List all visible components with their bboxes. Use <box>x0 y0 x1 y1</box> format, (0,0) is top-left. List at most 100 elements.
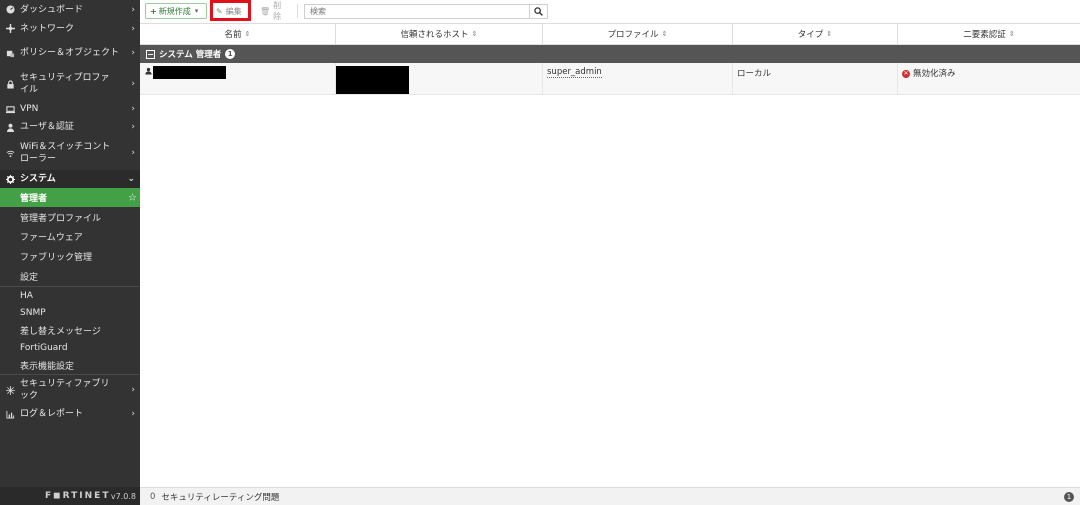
sidebar-subitem-label: 設定 <box>20 272 39 283</box>
sidebar-subitem-ha[interactable]: HA <box>0 287 140 304</box>
sidebar-item-label: ポリシー＆オブジェクト <box>20 48 120 58</box>
sidebar-item-label: ログ＆レポート <box>20 409 84 419</box>
column-header-label: 名前 <box>224 30 242 40</box>
user-icon <box>5 122 16 133</box>
sidebar-subitem-label: FortiGuard <box>20 343 68 353</box>
sidebar-subitem-fortiguard[interactable]: FortiGuard <box>0 339 140 357</box>
network-icon <box>5 23 16 34</box>
wifi-icon <box>5 148 16 159</box>
cell-profile: super_admin <box>543 63 733 94</box>
chevron-right-icon: › <box>131 4 135 15</box>
column-header-profile[interactable]: プロファイル ⇕ <box>543 24 733 44</box>
sort-icon: ⇕ <box>471 30 478 38</box>
group-label: システム 管理者 <box>159 50 222 60</box>
sidebar-subitem-admin-profiles[interactable]: 管理者プロファイル <box>0 207 140 227</box>
search-icon <box>534 7 543 16</box>
table-row[interactable]: super_admin ローカル ✕ 無効化済み <box>140 63 1080 95</box>
sidebar-subitem-settings[interactable]: 設定 <box>0 266 140 286</box>
sidebar-subitem-label: SNMP <box>20 307 46 318</box>
vpn-icon <box>5 104 16 115</box>
chevron-right-icon: › <box>131 104 135 114</box>
gear-icon <box>5 174 16 185</box>
search-button[interactable] <box>529 4 548 19</box>
caret-down-icon: ▾ <box>194 7 199 15</box>
redacted-name <box>153 66 226 79</box>
column-header-two-factor[interactable]: 二要素認証 ⇕ <box>898 24 1080 44</box>
column-header-trusted-hosts[interactable]: 信頼されるホスト ⇕ <box>336 24 543 44</box>
sidebar-item-label: セキュリティファブリック <box>20 379 110 401</box>
sidebar-item-system[interactable]: システム ⌄ <box>0 170 140 188</box>
profile-link[interactable]: super_admin <box>547 67 602 78</box>
column-header-type[interactable]: タイプ ⇕ <box>733 24 898 44</box>
chart-icon <box>5 409 16 420</box>
sidebar-item-label: システム <box>20 174 56 184</box>
star-icon[interactable]: ☆ <box>128 192 137 203</box>
collapse-icon[interactable]: − <box>146 49 155 59</box>
sidebar-subitem-label: 差し替えメッセージ <box>20 326 101 337</box>
column-header-label: 二要素認証 <box>963 30 1006 40</box>
chevron-right-icon: › <box>131 148 135 158</box>
sidebar-subitem-label: 管理者 <box>20 194 48 204</box>
column-header-label: タイプ <box>797 30 824 40</box>
disabled-x-icon: ✕ <box>902 69 910 78</box>
sidebar-subitem-administrators[interactable]: 管理者 ☆ <box>0 188 140 207</box>
main-content: + 新規作成 ▾ ✎ 編集 🗑 削除 名前⇕ 信頼されるホスト⇕ <box>140 0 1080 505</box>
sidebar-item-security-fabric[interactable]: セキュリティファブリック › <box>0 375 140 405</box>
toolbar: + 新規作成 ▾ ✎ 編集 🗑 削除 <box>140 0 1080 23</box>
sidebar-footer: F◼RTINET v7.0.8 <box>0 487 140 505</box>
chevron-right-icon: › <box>131 385 135 395</box>
sidebar-item-label: ユーザ＆認証 <box>20 122 74 132</box>
sidebar-item-policy[interactable]: ポリシー＆オブジェクト › <box>0 38 140 68</box>
sort-icon: ⇕ <box>1008 30 1015 38</box>
lock-icon <box>5 79 16 90</box>
column-header-name[interactable]: 名前 ⇕ <box>140 24 336 44</box>
plus-icon: + <box>150 6 157 16</box>
chevron-right-icon: › <box>131 409 135 419</box>
fabric-icon <box>5 385 16 396</box>
sidebar-subitem-snmp[interactable]: SNMP <box>0 304 140 321</box>
sidebar-item-user-auth[interactable]: ユーザ＆認証 › <box>0 118 140 136</box>
sidebar-subitem-label: HA <box>20 290 33 301</box>
column-header-label: 信頼されるホスト <box>400 30 469 40</box>
group-header-system-admin[interactable]: − システム 管理者 1 <box>140 45 1080 63</box>
search-field[interactable] <box>304 4 530 19</box>
sidebar-item-dashboard[interactable]: ダッシュボード › <box>0 0 140 19</box>
sidebar-item-vpn[interactable]: VPN › <box>0 100 140 118</box>
cell-trusted-hosts <box>336 63 543 94</box>
version-label: v7.0.8 <box>110 492 136 501</box>
sidebar-item-security-profile[interactable]: セキュリティプロファイル › <box>0 68 140 100</box>
search-input[interactable] <box>310 7 529 16</box>
table-header: 名前 ⇕ 信頼されるホスト ⇕ プロファイル ⇕ タイプ ⇕ 二要素認証 ⇕ <box>140 23 1080 45</box>
delete-button[interactable]: 🗑 削除 <box>256 1 292 21</box>
group-count-badge: 1 <box>225 49 236 59</box>
cell-name <box>140 63 336 94</box>
sidebar-item-label: WiFi＆スイッチコントローラー <box>20 142 111 164</box>
sidebar-subitem-replacement-messages[interactable]: 差し替えメッセージ <box>0 321 140 339</box>
sidebar-item-wifi-switch[interactable]: WiFi＆スイッチコントローラー › <box>0 136 140 170</box>
chevron-right-icon: › <box>131 23 135 34</box>
status-bar: 0 セキュリティレーティング問題 1 <box>140 487 1080 505</box>
sidebar-subitem-firmware[interactable]: ファームウェア <box>0 227 140 246</box>
sidebar-item-label: ネットワーク <box>20 23 75 34</box>
sidebar-subitem-fabric-management[interactable]: ファブリック管理 <box>0 246 140 266</box>
sidebar-item-label: VPN <box>20 104 39 114</box>
create-new-button[interactable]: + 新規作成 ▾ <box>145 3 207 19</box>
cell-two-factor: ✕ 無効化済み <box>898 63 1080 94</box>
two-factor-value: 無効化済み <box>913 69 956 79</box>
user-icon <box>145 67 152 78</box>
cell-type: ローカル <box>733 63 898 94</box>
chevron-right-icon: › <box>131 122 135 132</box>
sidebar-item-log-report[interactable]: ログ＆レポート › <box>0 405 140 423</box>
sidebar-subitem-label: 管理者プロファイル <box>20 213 102 224</box>
sidebar-subitem-feature-visibility[interactable]: 表示機能設定 <box>0 357 140 374</box>
toolbar-separator <box>297 4 298 18</box>
chevron-right-icon: › <box>131 48 135 58</box>
admin-table: 名前 ⇕ 信頼されるホスト ⇕ プロファイル ⇕ タイプ ⇕ 二要素認証 ⇕ − システム… <box>140 23 1080 95</box>
security-rating-label[interactable]: セキュリティレーティング問題 <box>161 491 279 503</box>
security-rating-count: 0 <box>150 491 156 502</box>
chevron-right-icon: › <box>131 79 135 89</box>
sort-icon: ⇕ <box>661 30 668 38</box>
sidebar-item-network[interactable]: ネットワーク › <box>0 19 140 38</box>
column-header-label: プロファイル <box>607 30 659 40</box>
notification-badge[interactable]: 1 <box>1064 492 1074 502</box>
